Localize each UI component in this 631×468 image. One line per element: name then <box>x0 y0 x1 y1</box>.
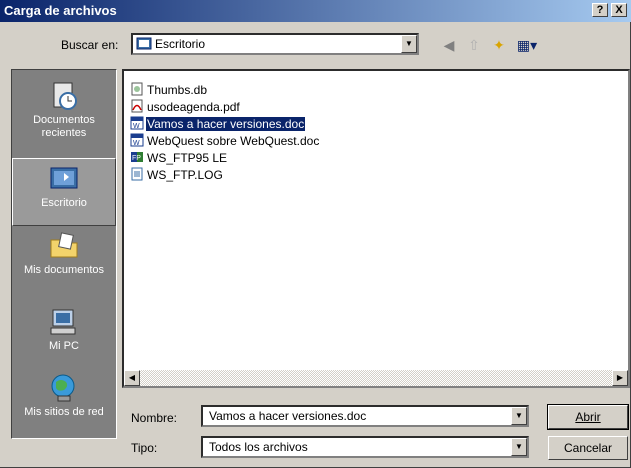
list-item[interactable]: usodeagenda.pdf <box>130 99 241 114</box>
lookin-label: Buscar en: <box>61 38 119 52</box>
place-network[interactable]: Mis sitios de red <box>12 372 116 419</box>
places-bar: Documentos recientes Escritorio Mis docu… <box>11 69 117 439</box>
list-item-selected[interactable]: W Vamos a hacer versiones.doc <box>130 116 307 132</box>
place-recent-documents[interactable]: Documentos recientes <box>12 80 116 140</box>
close-button[interactable]: X <box>611 3 627 17</box>
window-title: Carga de archivos <box>4 3 117 18</box>
lookin-dropdown[interactable]: Escritorio ▼ <box>131 33 419 55</box>
desktop-icon <box>50 167 78 189</box>
svg-text:W: W <box>133 123 140 130</box>
list-item[interactable]: W WebQuest sobre WebQuest.doc <box>130 133 320 148</box>
pdf-file-icon <box>131 99 143 113</box>
list-item[interactable]: FP WS_FTP95 LE <box>130 150 228 165</box>
place-my-documents[interactable]: Mis documentos <box>12 230 116 277</box>
back-icon[interactable]: ◀ <box>440 36 458 54</box>
filename-input[interactable]: Vamos a hacer versiones.doc ▼ <box>201 405 529 427</box>
filetype-value: Todos los archivos <box>209 440 308 454</box>
ftp-app-icon: FP <box>131 152 143 162</box>
file-list[interactable]: Thumbs.db usodeagenda.pdf W Vamos a hacer… <box>122 69 630 388</box>
horizontal-scrollbar[interactable]: ◀ ▶ <box>124 370 628 386</box>
view-menu-icon[interactable]: ▦▾ <box>514 36 540 54</box>
place-label: Escritorio <box>41 197 87 209</box>
place-label: Mis documentos <box>23 264 105 276</box>
filename-label: Nombre: <box>131 411 178 425</box>
chevron-down-icon[interactable]: ▼ <box>511 407 527 425</box>
place-label: Mi PC <box>49 340 79 352</box>
place-desktop[interactable]: Escritorio <box>12 158 116 226</box>
db-file-icon <box>131 82 143 96</box>
list-item[interactable]: WS_FTP.LOG <box>130 167 224 182</box>
desktop-small-icon <box>136 37 152 50</box>
filetype-label: Tipo: <box>131 441 158 455</box>
my-computer-icon <box>50 309 76 335</box>
place-label: Documentos recientes <box>33 114 95 139</box>
log-file-icon <box>131 167 143 181</box>
scroll-right-icon[interactable]: ▶ <box>612 370 628 386</box>
file-upload-dialog: Carga de archivos ? X Buscar en: Escrito… <box>0 0 631 468</box>
chevron-down-icon[interactable]: ▼ <box>401 35 417 53</box>
filetype-dropdown[interactable]: Todos los archivos ▼ <box>201 436 529 458</box>
list-item[interactable]: Thumbs.db <box>130 82 208 97</box>
network-places-icon <box>51 374 75 402</box>
filename-value: Vamos a hacer versiones.doc <box>209 409 367 423</box>
word-doc-icon: W <box>130 116 144 130</box>
lookin-value: Escritorio <box>155 37 206 51</box>
place-my-computer[interactable]: Mi PC <box>12 306 116 353</box>
svg-text:FP: FP <box>132 155 141 162</box>
svg-text:W: W <box>133 140 140 147</box>
new-folder-icon[interactable]: ✦ <box>490 36 508 54</box>
recent-documents-icon <box>53 82 77 110</box>
open-button[interactable]: Abrir <box>547 404 629 430</box>
up-folder-icon[interactable]: ⇧ <box>465 36 483 54</box>
scroll-left-icon[interactable]: ◀ <box>124 370 140 386</box>
my-documents-icon <box>50 232 78 258</box>
word-doc-icon: W <box>130 133 144 147</box>
cancel-button[interactable]: Cancelar <box>548 436 628 460</box>
place-label: Mis sitios de red <box>24 406 104 418</box>
chevron-down-icon[interactable]: ▼ <box>511 438 527 456</box>
title-bar[interactable]: Carga de archivos ? X <box>0 0 631 22</box>
help-button[interactable]: ? <box>592 3 608 17</box>
